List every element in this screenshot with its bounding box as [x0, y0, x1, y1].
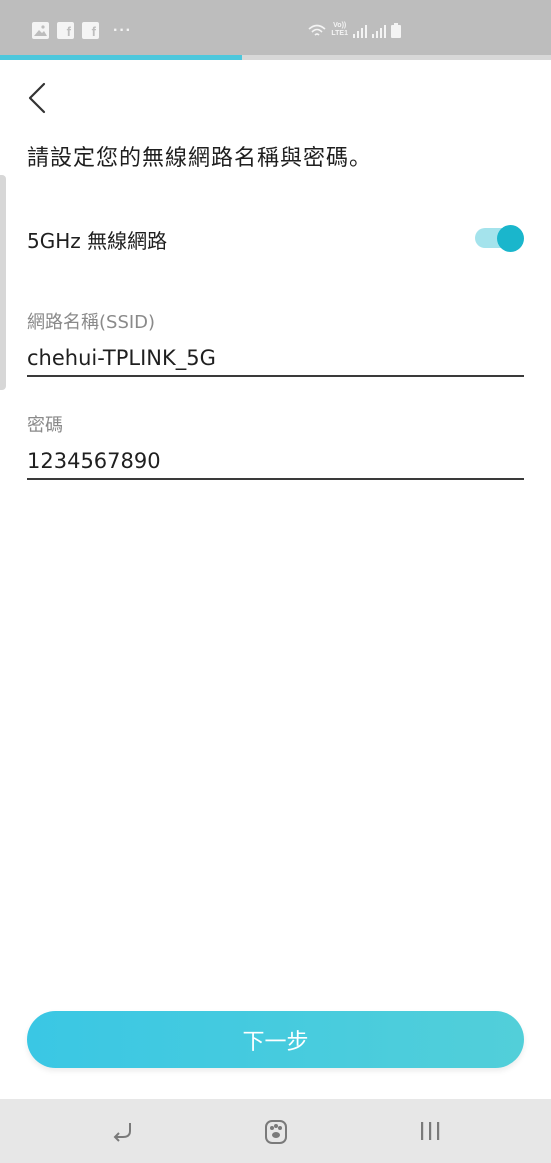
- password-label: 密碼: [27, 415, 63, 436]
- signal-icon: [372, 25, 386, 38]
- next-button[interactable]: 下一步: [27, 1011, 524, 1068]
- home-nav-button[interactable]: [256, 1113, 296, 1149]
- wifi-icon: [308, 24, 326, 36]
- page-title: 請設定您的無線網路名稱與密碼。: [27, 146, 373, 171]
- status-bar: f f ··· Vo)) LTE1: [0, 0, 551, 55]
- gallery-icon: [32, 22, 49, 39]
- ssid-label: 網路名稱(SSID): [27, 312, 156, 333]
- setup-progress-fill: [0, 55, 243, 60]
- wireless-5g-label: 5GHz 無線網路: [27, 229, 168, 253]
- back-nav-button[interactable]: [102, 1113, 142, 1149]
- ssid-input[interactable]: [27, 341, 524, 377]
- setup-progress-bar: [0, 55, 551, 60]
- back-button[interactable]: [22, 78, 56, 118]
- facebook-icon: f: [82, 22, 99, 39]
- system-nav-bar: [0, 1099, 551, 1163]
- more-dots-icon: ···: [113, 21, 132, 39]
- status-left-icons: f f ···: [32, 22, 132, 39]
- recent-apps-button[interactable]: [410, 1113, 450, 1149]
- home-nav-icon: [265, 1120, 287, 1144]
- volte-icon: Vo)) LTE1: [331, 22, 348, 37]
- status-right-icons: Vo)) LTE1: [308, 22, 401, 38]
- battery-icon: [391, 23, 401, 38]
- back-nav-icon: [113, 1123, 131, 1142]
- edge-panel-handle[interactable]: [0, 175, 6, 390]
- chevron-left-icon: [28, 82, 46, 114]
- toggle-knob: [497, 225, 524, 252]
- recent-apps-icon: [421, 1122, 440, 1140]
- password-input[interactable]: [27, 444, 524, 480]
- wireless-5g-toggle[interactable]: [475, 225, 525, 252]
- facebook-icon: f: [57, 22, 74, 39]
- signal-icon: [353, 25, 367, 38]
